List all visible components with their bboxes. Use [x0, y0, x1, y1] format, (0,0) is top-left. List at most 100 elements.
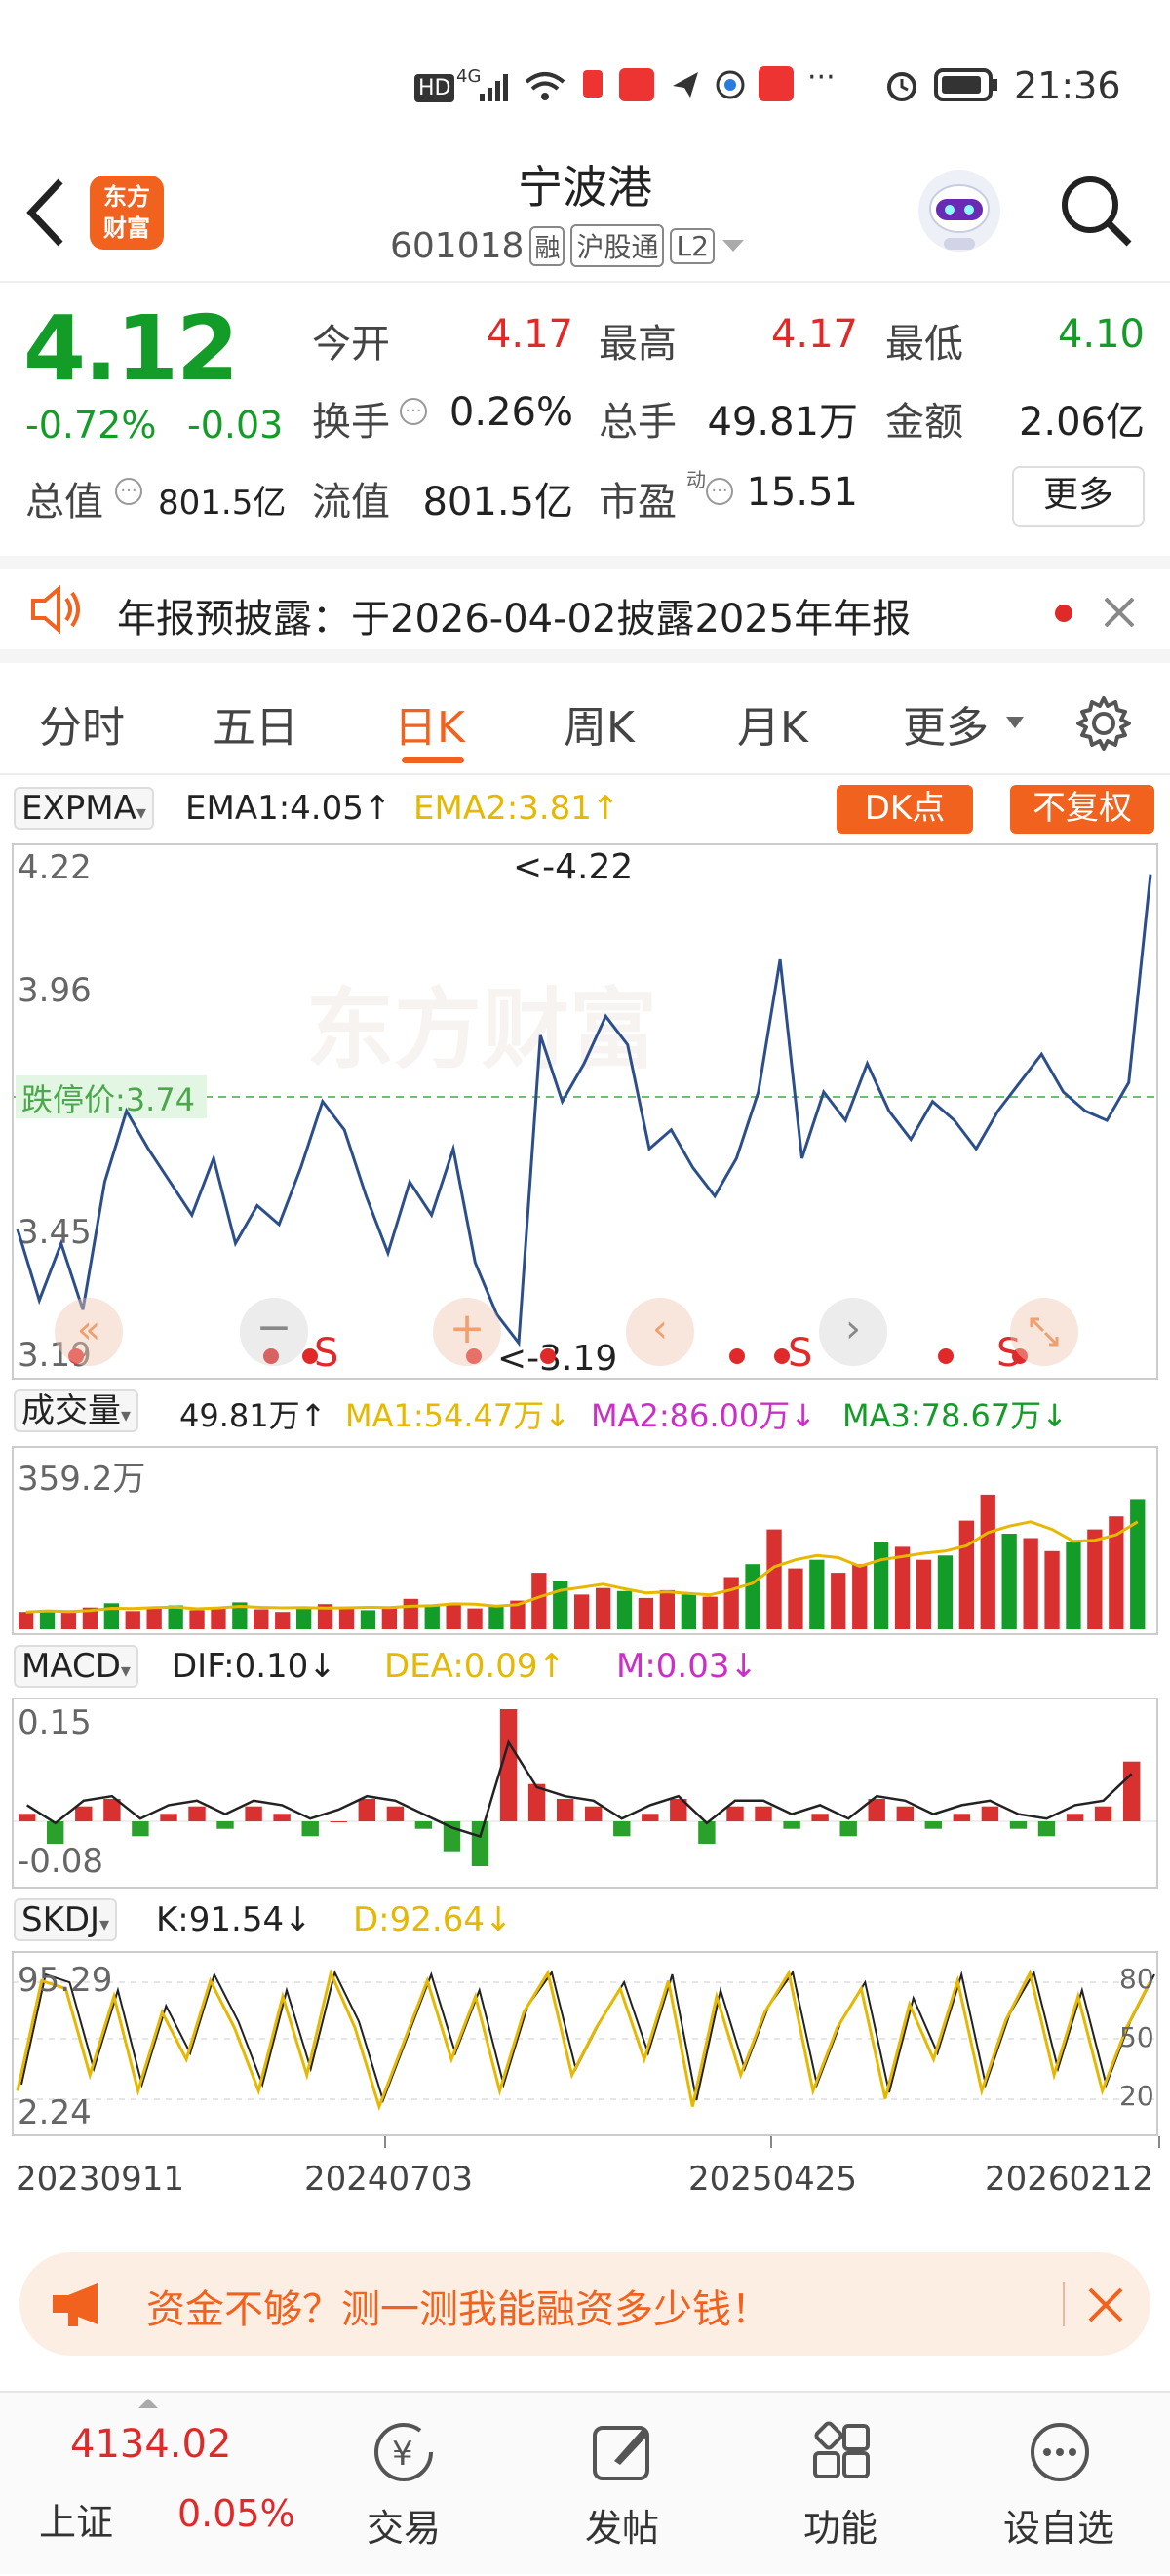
nav-post[interactable]: 发帖 [525, 2393, 720, 2576]
volume-bar [1130, 1499, 1146, 1629]
trade-icon: ¥ [374, 2423, 433, 2481]
skdj-right-80: 80 [1119, 1963, 1154, 1995]
tab-daily-k[interactable]: 日K [394, 692, 465, 755]
macd-bar [839, 1821, 857, 1837]
macd-bar [1066, 1814, 1084, 1821]
volume-bar [852, 1564, 868, 1629]
macd-bar [557, 1799, 574, 1821]
nav-trade[interactable]: ¥ 交易 [306, 2393, 501, 2576]
tab-five-day[interactable]: 五日 [213, 692, 298, 755]
more-button[interactable]: 更多 [1012, 466, 1145, 527]
volume-bar [60, 1613, 77, 1629]
volume-bar [596, 1587, 611, 1629]
banner-text: 资金不够？测一测我能融资多少钱！ [146, 2287, 770, 2332]
macd-m: M:0.03↓ [616, 1647, 758, 1686]
nav-function[interactable]: 功能 [743, 2393, 938, 2576]
quote-panel: 4.12 -0.72% -0.03 今开 4.17 最高 4.17 最低 4.1… [0, 285, 1170, 553]
volume-bar [574, 1594, 590, 1629]
zoom-out-button[interactable]: − [240, 1298, 308, 1366]
skdj-k: K:91.54↓ [156, 1900, 312, 1939]
more-status-icon: ··· [807, 60, 836, 95]
macd-panel[interactable]: 0.15 -0.08 [12, 1698, 1158, 1889]
connect-badge: 沪股通 [570, 224, 665, 267]
zoom-in-button[interactable]: + [433, 1298, 501, 1366]
caret-down-icon[interactable] [1004, 714, 1026, 731]
volume-panel[interactable]: 359.2万 [12, 1446, 1158, 1635]
amount-label: 金额 [885, 400, 963, 445]
volume-selector-label: 成交量 [21, 1391, 121, 1430]
settings-gear-icon[interactable] [1072, 692, 1135, 755]
skdj-panel[interactable]: 95.29 2.24 80 50 20 [12, 1951, 1158, 2136]
skdj-right-50: 50 [1119, 2021, 1154, 2053]
current-price: 4.12 [23, 296, 239, 401]
macd-bar [132, 1821, 149, 1837]
nav-post-label: 发帖 [584, 2507, 659, 2550]
volume-bar [1087, 1529, 1103, 1629]
x-tick-label: 20230911 [16, 2160, 185, 2199]
scroll-left-button[interactable]: ‹ [626, 1298, 694, 1366]
volume-bar [937, 1555, 954, 1629]
close-icon[interactable] [1102, 595, 1137, 630]
macd-bar [386, 1806, 405, 1821]
macd-bar [981, 1806, 999, 1821]
index-ticker[interactable]: 4134.02 上证 0.05% [0, 2393, 312, 2576]
macd-bars [19, 1709, 1141, 1866]
battery-icon [934, 68, 997, 101]
macd-bar [613, 1821, 631, 1837]
volume-bar [874, 1542, 889, 1629]
macd-selector-label: MACD [21, 1647, 121, 1686]
ema2-value: EMA2:3.81↑ [413, 789, 620, 828]
volume-bar [381, 1607, 397, 1629]
info-icon[interactable]: ··· [706, 478, 733, 505]
pe-value: 15.51 [746, 470, 858, 515]
nav-add-watchlist[interactable]: 设自选 [961, 2393, 1156, 2576]
price-axis-label: 4.22 [18, 848, 92, 887]
notice-bar[interactable]: 年报预披露：于2026-04-02披露2025年年报 [0, 556, 1170, 663]
volume-chart-svg [19, 1494, 1146, 1629]
volume-selector[interactable]: 成交量▾ [14, 1389, 139, 1432]
macd-bar [1037, 1821, 1056, 1837]
volume-bar [39, 1610, 56, 1629]
expand-up-icon[interactable] [136, 2397, 160, 2410]
volume-bar [616, 1590, 633, 1629]
low-label: 最低 [885, 322, 963, 367]
expma-selector[interactable]: EXPMA▾ [14, 787, 154, 830]
tab-more[interactable]: 更多 [903, 692, 989, 755]
volume-bar [146, 1608, 162, 1629]
volume-ma2: MA2:86.00万↓ [591, 1397, 817, 1434]
macd-bar [414, 1821, 433, 1829]
tab-intraday[interactable]: 分时 [39, 692, 125, 755]
dropdown-icon[interactable] [721, 236, 746, 255]
x-tick-label: 20260212 [985, 2160, 1154, 2199]
no-adjust-button[interactable]: 不复权 [1010, 785, 1154, 834]
amount-value: 2.06亿 [1018, 400, 1145, 445]
kline-chart-area: EXPMA▾ EMA1:4.05↑ EMA2:3.81↑ DK点 不复权 东方财… [0, 775, 1170, 2238]
scroll-start-button[interactable]: « [55, 1298, 123, 1366]
margin-badge: 融 [529, 225, 566, 266]
dk-point-button[interactable]: DK点 [837, 785, 973, 834]
skdj-selector[interactable]: SKDJ▾ [14, 1898, 118, 1941]
volume-bar [1023, 1538, 1038, 1629]
macd-selector[interactable]: MACD▾ [14, 1645, 138, 1688]
info-icon[interactable]: ··· [400, 398, 427, 425]
financing-banner[interactable]: 资金不够？测一测我能融资多少钱！ [20, 2252, 1150, 2356]
macd-bar [330, 1821, 347, 1822]
x-tick-label: 20250425 [688, 2160, 858, 2199]
expma-panel[interactable]: 东方财富 4.22 3.96 3.45 3.19 跌停价:3.74 <-4.22 <-… [12, 843, 1158, 1380]
volume-bar [958, 1520, 974, 1629]
watermark-logo: 东方财富 [306, 979, 657, 1081]
volume-bar [189, 1610, 205, 1629]
robot-assistant-icon[interactable] [915, 166, 1004, 255]
min-price-marker: <-3.19 [497, 1339, 618, 1379]
tab-monthly-k[interactable]: 月K [737, 692, 808, 755]
tab-weekly-k[interactable]: 周K [564, 692, 635, 755]
macd-bar [19, 1814, 36, 1821]
send-icon [673, 72, 698, 98]
search-icon[interactable] [1057, 172, 1135, 250]
volume-bar [916, 1559, 932, 1629]
scroll-right-button[interactable]: › [819, 1298, 887, 1366]
close-icon[interactable] [1086, 2285, 1125, 2324]
info-icon[interactable]: ··· [115, 478, 142, 505]
fullscreen-icon[interactable] [1010, 1298, 1078, 1366]
volume-bar [1001, 1534, 1017, 1629]
